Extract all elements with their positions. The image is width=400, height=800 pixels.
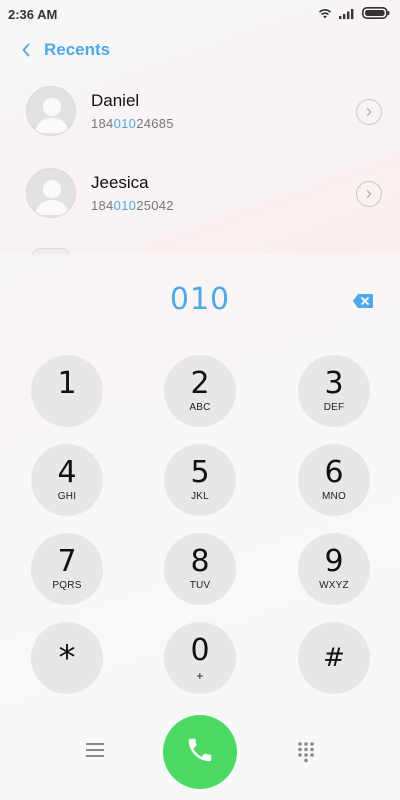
key-letters: JKL (191, 491, 209, 502)
signal-icon (339, 7, 355, 22)
key-digit: 7 (57, 544, 77, 579)
wifi-icon (318, 7, 332, 22)
key-digit: 6 (324, 455, 344, 490)
status-icons (318, 6, 390, 22)
contact-detail-button[interactable] (356, 99, 382, 125)
dialed-number-display: 010 (169, 282, 231, 317)
key-letters: + (196, 669, 204, 683)
phone-icon (185, 735, 215, 770)
chevron-right-icon (366, 107, 372, 117)
contact-detail-button[interactable] (356, 181, 382, 207)
status-time: 2:36 AM (8, 6, 58, 22)
key-4[interactable]: 4 GHI (31, 444, 103, 516)
avatar (26, 168, 76, 218)
key-digit: # (323, 643, 345, 673)
chevron-left-icon[interactable] (16, 40, 36, 60)
battery-icon (362, 6, 390, 22)
key-digit: 9 (324, 544, 344, 579)
key-letters: MNO (322, 491, 346, 502)
key-7[interactable]: 7 PQRS (31, 533, 103, 605)
status-bar: 2:36 AM (0, 0, 400, 28)
key-letters: GHI (57, 491, 77, 502)
key-letters: DEF (323, 402, 345, 413)
key-digit: 3 (324, 366, 344, 401)
key-3[interactable]: 3 DEF (298, 355, 370, 427)
key-1[interactable]: 1 (31, 355, 103, 427)
avatar (26, 86, 76, 136)
key-digit: 1 (57, 366, 77, 401)
key-digit: 8 (190, 544, 210, 579)
key-letters: WXYZ (319, 580, 349, 591)
menu-icon[interactable] (86, 742, 104, 758)
recent-contact-item[interactable]: Jeesica 18401025042 (0, 168, 400, 248)
key-8[interactable]: 8 TUV (164, 533, 236, 605)
key-2[interactable]: 2 ABC (164, 355, 236, 427)
contact-name: Jeesica (91, 173, 149, 192)
key-letters: PQRS (52, 580, 82, 591)
key-letters: ABC (189, 402, 211, 413)
key-digit: 4 (57, 455, 77, 490)
key-digit: 5 (190, 455, 210, 490)
backspace-icon[interactable] (352, 293, 374, 309)
key-0[interactable]: 0 + (164, 622, 236, 694)
key-digit: * (58, 638, 76, 678)
contact-name: Daniel (91, 91, 140, 110)
key-9[interactable]: 9 WXYZ (298, 533, 370, 605)
key-5[interactable]: 5 JKL (164, 444, 236, 516)
call-button[interactable] (163, 715, 237, 789)
recents-title[interactable]: Recents (44, 40, 110, 60)
key-hash[interactable]: # (298, 622, 370, 694)
header: Recents (0, 36, 400, 64)
contact-number: 18401025042 (91, 198, 174, 213)
contact-number: 18401024685 (91, 116, 174, 131)
keypad-icon[interactable] (297, 741, 315, 763)
key-digit: 0 (190, 633, 210, 668)
key-star[interactable]: * (31, 622, 103, 694)
key-digit: 2 (190, 366, 210, 401)
key-6[interactable]: 6 MNO (298, 444, 370, 516)
recent-contact-item[interactable]: Daniel 18401024685 (0, 86, 400, 166)
chevron-right-icon (366, 189, 372, 199)
key-letters: TUV (189, 580, 211, 591)
